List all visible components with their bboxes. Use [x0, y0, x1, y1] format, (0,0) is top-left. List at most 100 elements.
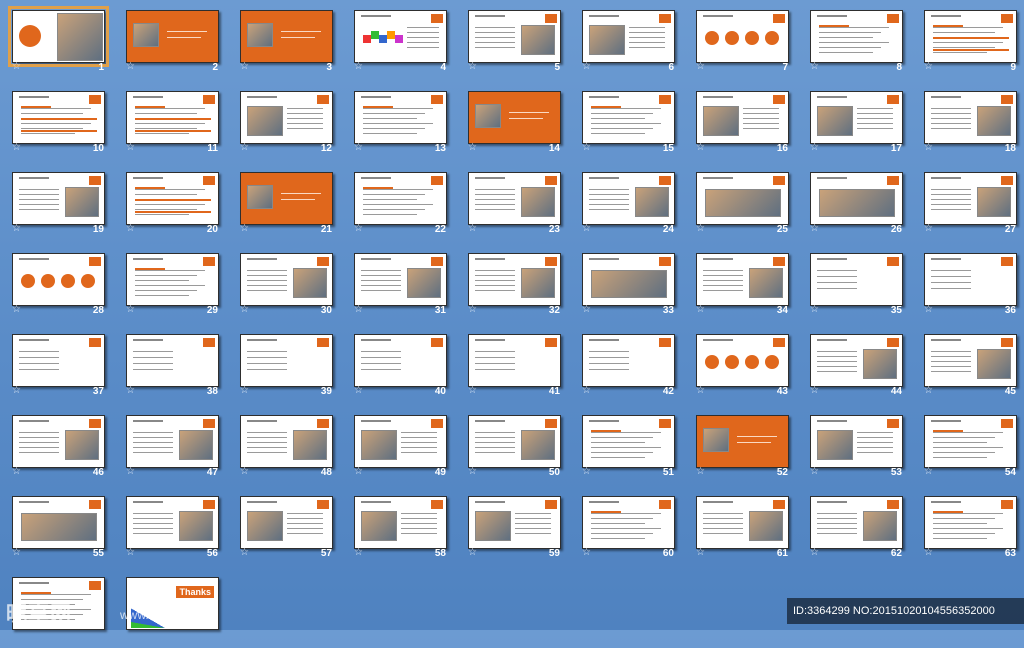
- slide-thumbnail-cell[interactable]: ☆ 5: [456, 0, 570, 81]
- slide-thumbnail-cell[interactable]: ☆ 48: [228, 405, 342, 486]
- slide-thumbnail[interactable]: [696, 415, 789, 468]
- slide-transition-icon[interactable]: ☆: [12, 143, 21, 153]
- slide-transition-icon[interactable]: ☆: [126, 143, 135, 153]
- slide-thumbnail[interactable]: [126, 496, 219, 549]
- slide-transition-icon[interactable]: ☆: [810, 143, 819, 153]
- slide-transition-icon[interactable]: ☆: [12, 548, 21, 558]
- slide-thumbnail[interactable]: [240, 10, 333, 63]
- slide-thumbnail[interactable]: [696, 334, 789, 387]
- slide-thumbnail-cell[interactable]: ☆ 53: [798, 405, 912, 486]
- slide-thumbnail[interactable]: [810, 172, 903, 225]
- slide-thumbnail-cell[interactable]: ☆ 56: [114, 486, 228, 567]
- slide-thumbnail-cell[interactable]: ☆ 46: [0, 405, 114, 486]
- slide-transition-icon[interactable]: ☆: [240, 305, 249, 315]
- slide-thumbnail[interactable]: [354, 496, 447, 549]
- slide-thumbnail[interactable]: [354, 415, 447, 468]
- slide-thumbnail-cell[interactable]: ☆ 4: [342, 0, 456, 81]
- slide-thumbnail[interactable]: [126, 253, 219, 306]
- slide-thumbnail-cell[interactable]: ☆ 36: [912, 243, 1024, 324]
- slide-thumbnail-cell[interactable]: ☆ 51: [570, 405, 684, 486]
- slide-thumbnail[interactable]: [12, 172, 105, 225]
- slide-thumbnail-cell[interactable]: ☆ 17: [798, 81, 912, 162]
- slide-thumbnail[interactable]: [924, 10, 1017, 63]
- slide-thumbnail-cell[interactable]: ☆ 29: [114, 243, 228, 324]
- slide-thumbnail-cell[interactable]: ☆ 63: [912, 486, 1024, 567]
- slide-thumbnail[interactable]: [240, 253, 333, 306]
- slide-transition-icon[interactable]: ☆: [240, 548, 249, 558]
- slide-transition-icon[interactable]: ☆: [240, 467, 249, 477]
- slide-thumbnail[interactable]: [468, 334, 561, 387]
- slide-transition-icon[interactable]: ☆: [354, 143, 363, 153]
- slide-thumbnail[interactable]: [924, 496, 1017, 549]
- slide-thumbnail-cell[interactable]: ☆ 61: [684, 486, 798, 567]
- slide-thumbnail[interactable]: [810, 10, 903, 63]
- slide-transition-icon[interactable]: ☆: [12, 305, 21, 315]
- slide-transition-icon[interactable]: ☆: [924, 224, 933, 234]
- slide-thumbnail-cell[interactable]: ☆ 12: [228, 81, 342, 162]
- slide-thumbnail[interactable]: [810, 253, 903, 306]
- slide-thumbnail[interactable]: [696, 10, 789, 63]
- slide-thumbnail-cell[interactable]: ☆ 2: [114, 0, 228, 81]
- slide-transition-icon[interactable]: ☆: [810, 224, 819, 234]
- slide-transition-icon[interactable]: ☆: [810, 467, 819, 477]
- slide-thumbnail-cell[interactable]: ☆ 7: [684, 0, 798, 81]
- slide-thumbnail-cell[interactable]: ☆ 9: [912, 0, 1024, 81]
- slide-transition-icon[interactable]: ☆: [582, 386, 591, 396]
- slide-thumbnail[interactable]: [924, 253, 1017, 306]
- slide-transition-icon[interactable]: ☆: [12, 386, 21, 396]
- slide-transition-icon[interactable]: ☆: [582, 467, 591, 477]
- slide-thumbnail[interactable]: [240, 172, 333, 225]
- slide-thumbnail[interactable]: [354, 10, 447, 63]
- slide-thumbnail[interactable]: [810, 91, 903, 144]
- slide-thumbnail[interactable]: [582, 10, 675, 63]
- slide-thumbnail[interactable]: [354, 334, 447, 387]
- slide-thumbnail-cell[interactable]: ☆ 31: [342, 243, 456, 324]
- slide-transition-icon[interactable]: ☆: [924, 386, 933, 396]
- slide-transition-icon[interactable]: ☆: [126, 305, 135, 315]
- slide-transition-icon[interactable]: ☆: [354, 386, 363, 396]
- slide-transition-icon[interactable]: ☆: [582, 224, 591, 234]
- slide-transition-icon[interactable]: ☆: [810, 548, 819, 558]
- slide-transition-icon[interactable]: ☆: [354, 467, 363, 477]
- slide-transition-icon[interactable]: ☆: [12, 62, 21, 72]
- slide-thumbnail-cell[interactable]: ☆ 34: [684, 243, 798, 324]
- slide-transition-icon[interactable]: ☆: [12, 224, 21, 234]
- slide-thumbnail-cell[interactable]: ☆ 11: [114, 81, 228, 162]
- slide-thumbnail-cell[interactable]: ☆ 55: [0, 486, 114, 567]
- slide-thumbnail-cell[interactable]: ☆ 45: [912, 324, 1024, 405]
- slide-thumbnail-cell[interactable]: ☆ 35: [798, 243, 912, 324]
- slide-thumbnail[interactable]: [810, 415, 903, 468]
- slide-thumbnail[interactable]: [582, 496, 675, 549]
- slide-transition-icon[interactable]: ☆: [126, 224, 135, 234]
- slide-thumbnail-cell[interactable]: ☆ 50: [456, 405, 570, 486]
- slide-thumbnail[interactable]: [126, 334, 219, 387]
- slide-thumbnail-cell[interactable]: ☆ 41: [456, 324, 570, 405]
- slide-thumbnail-cell[interactable]: ☆ 38: [114, 324, 228, 405]
- slide-transition-icon[interactable]: ☆: [240, 386, 249, 396]
- slide-transition-icon[interactable]: ☆: [810, 305, 819, 315]
- slide-transition-icon[interactable]: ☆: [924, 143, 933, 153]
- slide-thumbnail-cell[interactable]: ☆ 27: [912, 162, 1024, 243]
- slide-thumbnail-cell[interactable]: ☆ 47: [114, 405, 228, 486]
- slide-thumbnail-cell[interactable]: ☆ 59: [456, 486, 570, 567]
- slide-thumbnail[interactable]: [240, 334, 333, 387]
- slide-thumbnail-cell[interactable]: ☆ 30: [228, 243, 342, 324]
- slide-transition-icon[interactable]: ☆: [696, 143, 705, 153]
- slide-thumbnail-cell[interactable]: ☆ 18: [912, 81, 1024, 162]
- slide-thumbnail-cell[interactable]: ☆ 26: [798, 162, 912, 243]
- slide-thumbnail[interactable]: [240, 91, 333, 144]
- slide-transition-icon[interactable]: ☆: [696, 305, 705, 315]
- slide-thumbnail[interactable]: [468, 91, 561, 144]
- slide-thumbnail-cell[interactable]: ☆ 43: [684, 324, 798, 405]
- slide-thumbnail-cell[interactable]: ☆ 16: [684, 81, 798, 162]
- slide-transition-icon[interactable]: ☆: [354, 224, 363, 234]
- slide-transition-icon[interactable]: ☆: [924, 62, 933, 72]
- slide-transition-icon[interactable]: ☆: [696, 62, 705, 72]
- slide-thumbnail[interactable]: [582, 334, 675, 387]
- slide-thumbnail[interactable]: [126, 10, 219, 63]
- slide-thumbnail-cell[interactable]: ☆ 6: [570, 0, 684, 81]
- slide-thumbnail[interactable]: [924, 415, 1017, 468]
- slide-thumbnail[interactable]: [468, 172, 561, 225]
- slide-thumbnail[interactable]: [810, 496, 903, 549]
- slide-thumbnail-cell[interactable]: ☆ 24: [570, 162, 684, 243]
